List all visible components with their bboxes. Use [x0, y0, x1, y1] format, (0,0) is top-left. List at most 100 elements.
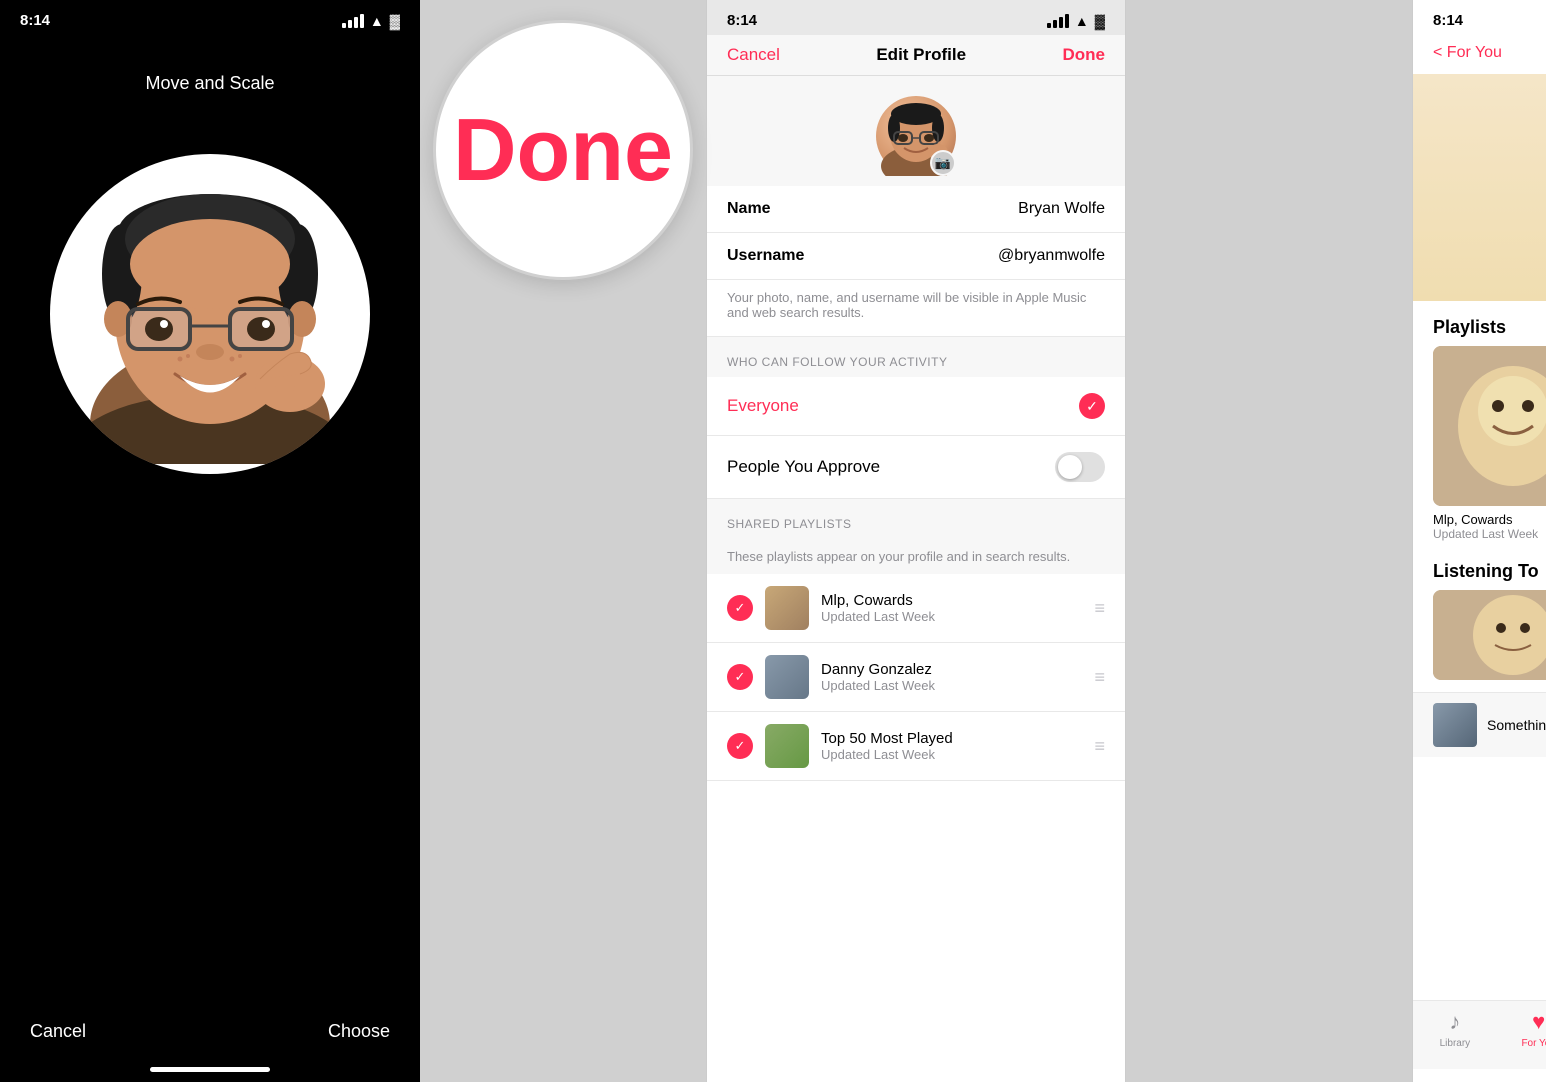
camera-badge[interactable]: 📷: [930, 150, 956, 176]
phone2-status-icons: ▲ ▓: [1047, 13, 1105, 29]
playlist2-check[interactable]: ✓: [727, 664, 753, 690]
phone3-status-bar: 8:14 ▲ ▓: [1413, 0, 1546, 35]
wifi-icon: ▲: [370, 13, 384, 29]
playlist3-sub: Updated Last Week: [821, 747, 1082, 762]
playlist1-name: Mlp, Cowards: [821, 592, 1082, 609]
now-playing-title: Something (2019 Mix): [1487, 717, 1546, 733]
listening-section-title: Listening To: [1433, 561, 1539, 582]
everyone-option-row[interactable]: Everyone ✓: [707, 377, 1125, 436]
phone2-screen: 8:14 ▲ ▓ Cancel Edit Profile Done: [706, 0, 1126, 1082]
privacy-note: Your photo, name, and username will be v…: [707, 280, 1125, 337]
toggle-knob: [1058, 455, 1082, 479]
playlist-row-2: ✓ Danny Gonzalez Updated Last Week ≡: [707, 643, 1125, 712]
phone3-screen: 8:14 ▲ ▓ < For You •••: [1412, 0, 1546, 1082]
phone3-time: 8:14: [1433, 12, 1463, 29]
playlist1-thumb: [765, 586, 809, 630]
playlist-card-1-art: [1433, 346, 1546, 506]
who-follow-header: WHO CAN FOLLOW YOUR ACTIVITY: [707, 337, 1125, 377]
connector-area: Done: [420, 0, 706, 1082]
playlist3-thumb: [765, 724, 809, 768]
name-row: Name Bryan Wolfe: [707, 186, 1125, 233]
playlist3-info: Top 50 Most Played Updated Last Week: [821, 730, 1082, 762]
username-value[interactable]: @bryanmwolfe: [998, 247, 1105, 265]
playlist1-info: Mlp, Cowards Updated Last Week: [821, 592, 1082, 624]
gap2: [1126, 0, 1412, 1082]
signal-bars-2: [1047, 14, 1069, 28]
nav-done-button[interactable]: Done: [1063, 45, 1106, 65]
avatar-circle-large: [50, 154, 370, 474]
move-scale-label: Move and Scale: [145, 73, 274, 94]
done-overlay-circle: Done: [433, 20, 693, 280]
phone2-status-bar: 8:14 ▲ ▓: [707, 0, 1125, 35]
everyone-label[interactable]: Everyone: [727, 396, 799, 416]
now-playing-bar[interactable]: Something (2019 Mix) ▶ ⏭: [1413, 692, 1546, 757]
wifi-icon-2: ▲: [1075, 13, 1089, 29]
listening-cards-row: CRYBABY: [1413, 590, 1546, 692]
for-you-icon: ♥: [1532, 1009, 1545, 1035]
playlist1-sub: Updated Last Week: [821, 609, 1082, 624]
done-text[interactable]: Done: [453, 106, 673, 194]
playlist-row-1: ✓ Mlp, Cowards Updated Last Week ≡: [707, 574, 1125, 643]
nav-cancel-button[interactable]: Cancel: [727, 45, 780, 65]
memoji-svg: [60, 164, 360, 464]
playlist-card-1-name: Mlp, Cowards: [1433, 512, 1546, 527]
listening-card-1[interactable]: [1433, 590, 1546, 680]
everyone-check: ✓: [1079, 393, 1105, 419]
playlist-card-1[interactable]: Mlp, Cowards Updated Last Week: [1433, 346, 1546, 541]
choose-button-phone1[interactable]: Choose: [328, 1021, 390, 1042]
back-for-you[interactable]: < For You: [1433, 44, 1502, 62]
playlist-cards-row: Mlp, Cowards Updated Last Week HelpLetMe…: [1413, 346, 1546, 557]
playlist3-check[interactable]: ✓: [727, 733, 753, 759]
np-album-thumb: [1433, 703, 1477, 747]
people-approve-label[interactable]: People You Approve: [727, 457, 880, 477]
library-icon: ♪: [1449, 1009, 1460, 1035]
phone1-status-bar: 8:14 ▲ ▓: [0, 0, 420, 33]
playlist2-sub: Updated Last Week: [821, 678, 1082, 693]
edit-form: Name Bryan Wolfe Username @bryanmwolfe Y…: [707, 186, 1125, 337]
library-label: Library: [1440, 1038, 1471, 1049]
profile-section: Bryan Wolfe @bryanmwolfe EDIT: [1413, 74, 1546, 301]
name-value[interactable]: Bryan Wolfe: [1018, 200, 1105, 218]
phone1-time: 8:14: [20, 12, 50, 29]
battery-icon-2: ▓: [1095, 13, 1105, 29]
for-you-header: < For You •••: [1413, 35, 1546, 74]
home-bar-phone1: [150, 1067, 270, 1072]
username-row: Username @bryanmwolfe: [707, 233, 1125, 280]
playlist3-name: Top 50 Most Played: [821, 730, 1082, 747]
profile-edit-avatar-section: 📷: [707, 76, 1125, 186]
mlp-art: [1433, 346, 1546, 506]
cancel-button-phone1[interactable]: Cancel: [30, 1021, 86, 1042]
drag-handle-2[interactable]: ≡: [1094, 667, 1105, 688]
playlist2-info: Danny Gonzalez Updated Last Week: [821, 661, 1082, 693]
for-you-label: For You: [1521, 1038, 1546, 1049]
people-approve-row[interactable]: People You Approve: [707, 436, 1125, 499]
people-approve-toggle[interactable]: [1055, 452, 1105, 482]
battery-icon: ▓: [390, 13, 400, 29]
shared-playlists-header: SHARED PLAYLISTS: [707, 499, 1125, 539]
tab-bar: ♪ Library ♥ For You ♫ Browse 📻 Radio 🔍 S…: [1413, 1000, 1546, 1069]
nav-title: Edit Profile: [876, 45, 966, 65]
signal-bars: [342, 14, 364, 28]
playlists-note: These playlists appear on your profile a…: [707, 539, 1125, 574]
playlist2-name: Danny Gonzalez: [821, 661, 1082, 678]
drag-handle-1[interactable]: ≡: [1094, 598, 1105, 619]
avatar-container[interactable]: 📷: [876, 96, 956, 176]
name-label: Name: [727, 200, 771, 218]
playlists-title-row: Playlists: [1413, 301, 1546, 346]
phone2-nav: Cancel Edit Profile Done: [707, 35, 1125, 76]
playlist-row-3: ✓ Top 50 Most Played Updated Last Week ≡: [707, 712, 1125, 781]
playlist2-thumb: [765, 655, 809, 699]
phone1-screen: 8:14 ▲ ▓ Move and Scale: [0, 0, 420, 1082]
phone1-bottom-bar: Cancel Choose: [0, 1021, 420, 1042]
playlist-card-1-sub: Updated Last Week: [1433, 527, 1546, 541]
playlists-section-title: Playlists: [1433, 317, 1506, 338]
tab-for-you[interactable]: ♥ For You: [1497, 1009, 1546, 1049]
playlist1-check[interactable]: ✓: [727, 595, 753, 621]
listening-art-1: [1433, 590, 1546, 680]
phone2-time: 8:14: [727, 12, 757, 29]
phone1-status-icons: ▲ ▓: [342, 13, 400, 29]
username-label: Username: [727, 247, 804, 265]
listening-title-row: Listening To See All: [1413, 557, 1546, 590]
tab-library[interactable]: ♪ Library: [1413, 1009, 1497, 1049]
drag-handle-3[interactable]: ≡: [1094, 736, 1105, 757]
